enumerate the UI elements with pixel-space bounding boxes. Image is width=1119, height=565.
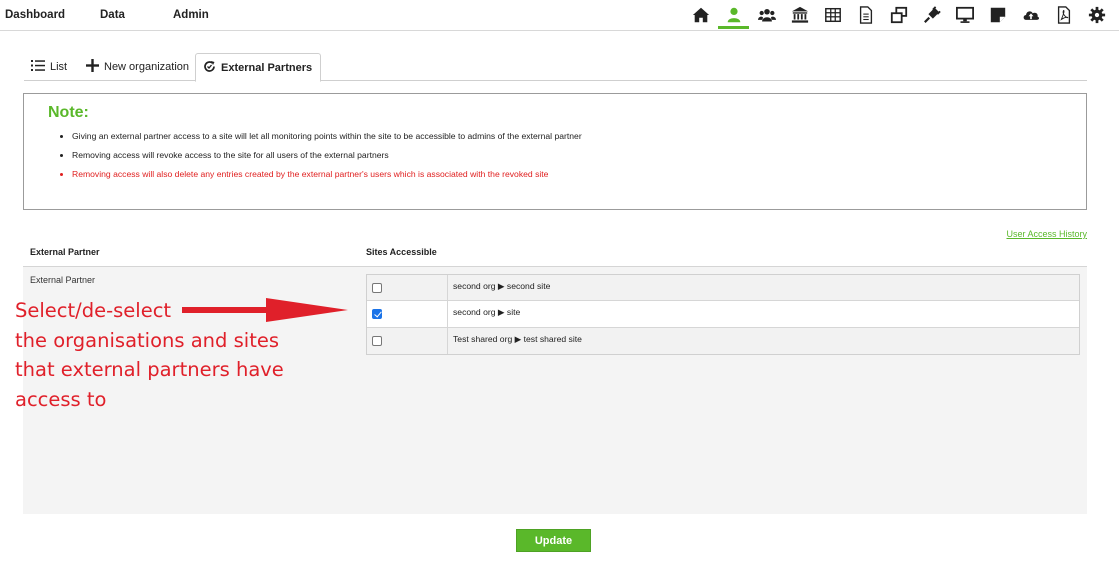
checkbox-cell bbox=[367, 327, 448, 355]
note-title: Note: bbox=[48, 104, 89, 121]
annotation-line: that external partners have bbox=[15, 358, 284, 381]
tab-external-partners[interactable]: External Partners bbox=[195, 53, 322, 82]
note-list: Giving an external partner access to a s… bbox=[54, 132, 582, 189]
note-item: Removing access will revoke access to th… bbox=[72, 151, 582, 160]
site-label: Test shared org ▶ test shared site bbox=[453, 333, 582, 344]
column-header-sites-accessible: Sites Accessible bbox=[366, 247, 437, 257]
monitor-icon[interactable] bbox=[948, 0, 981, 30]
list-icon bbox=[31, 60, 50, 74]
site-checkbox[interactable] bbox=[372, 309, 382, 320]
menu-admin[interactable]: Admin bbox=[173, 9, 209, 21]
nav-icon-bar bbox=[684, 0, 1113, 30]
user-access-history-link[interactable]: User Access History bbox=[1006, 229, 1087, 239]
annotation-line: access to bbox=[15, 387, 107, 411]
checkbox-cell bbox=[367, 301, 448, 327]
menu-dashboard[interactable]: Dashboard bbox=[5, 9, 65, 21]
tab-list[interactable]: List bbox=[31, 53, 67, 81]
site-checkbox[interactable] bbox=[372, 335, 382, 346]
site-row: second org ▶ second site bbox=[367, 275, 1079, 302]
table-icon[interactable] bbox=[816, 0, 849, 30]
top-navbar: Dashboard Data Admin bbox=[0, 0, 1119, 31]
tab-external-partners-label: External Partners bbox=[221, 61, 313, 74]
site-label: second org ▶ site bbox=[453, 307, 521, 318]
menu-data[interactable]: Data bbox=[100, 9, 125, 21]
site-checkbox[interactable] bbox=[372, 283, 382, 293]
bank-icon[interactable] bbox=[783, 0, 816, 30]
tab-new-organization[interactable]: New organization bbox=[86, 53, 189, 81]
checkbox-cell bbox=[367, 275, 448, 301]
document-icon[interactable] bbox=[849, 0, 882, 30]
column-header-external-partner: External Partner bbox=[30, 247, 100, 257]
site-row: Test shared org ▶ test shared site bbox=[367, 327, 1079, 355]
note-item-warning: Removing access will also delete any ent… bbox=[72, 170, 582, 179]
user-icon[interactable] bbox=[717, 0, 750, 30]
home-icon[interactable] bbox=[684, 0, 717, 30]
annotation-line: the organisations and sites bbox=[15, 328, 279, 352]
site-row: second org ▶ site bbox=[367, 301, 1079, 328]
partner-name: External Partner bbox=[30, 275, 96, 285]
note-box: Note: Giving an external partner access … bbox=[23, 93, 1087, 210]
plus-icon bbox=[86, 59, 104, 75]
note-icon[interactable] bbox=[981, 0, 1014, 30]
pdf-icon[interactable] bbox=[1047, 0, 1080, 30]
plug-icon[interactable] bbox=[915, 0, 948, 30]
tab-strip: List New organization External Partners bbox=[24, 53, 1087, 82]
windows-icon[interactable] bbox=[882, 0, 915, 30]
tab-list-label: List bbox=[50, 61, 68, 73]
users-icon[interactable] bbox=[750, 0, 783, 30]
cloud-upload-icon[interactable] bbox=[1014, 0, 1047, 30]
sites-list: second org ▶ second site second org ▶ si… bbox=[366, 274, 1080, 356]
gear-icon[interactable] bbox=[1080, 0, 1113, 30]
annotation-arrow-icon bbox=[182, 298, 348, 322]
update-button[interactable]: Update bbox=[516, 529, 591, 552]
refresh-icon bbox=[203, 60, 221, 76]
note-item: Giving an external partner access to a s… bbox=[72, 132, 582, 141]
tab-new-organization-label: New organization bbox=[104, 61, 189, 73]
site-label: second org ▶ second site bbox=[453, 281, 551, 291]
